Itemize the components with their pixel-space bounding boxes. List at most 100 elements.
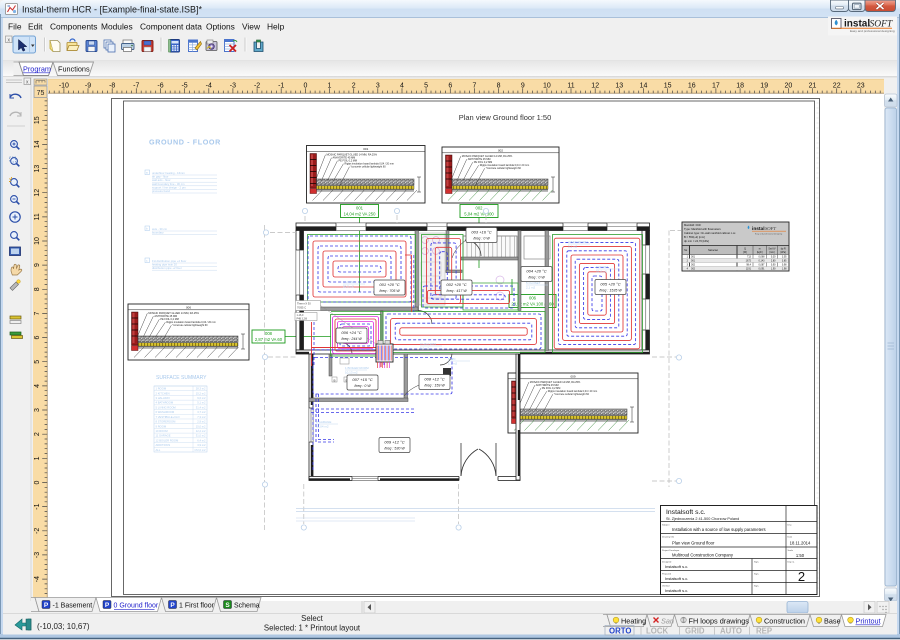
svg-text:31,4 m2: 31,4 m2: [196, 405, 206, 409]
svg-text:0,90: 0,90: [771, 264, 776, 267]
svg-text:2,87 m2 VA 60: 2,87 m2 VA 60: [255, 337, 283, 342]
svg-text:14,04 m2 VA 250: 14,04 m2 VA 250: [344, 212, 376, 217]
svg-text:15,2 m2: 15,2 m2: [196, 391, 206, 395]
svg-text:ϑreq : 244 W: ϑreq : 244 W: [341, 337, 362, 341]
svg-text:S: S: [225, 602, 230, 609]
svg-text:70/55 C: 70/55 C: [297, 306, 306, 310]
svg-text:5,1 m2: 5,1 m2: [197, 401, 206, 405]
svg-text:005 +20 °C: 005 +20 °C: [600, 282, 620, 287]
svg-text:Instalsoft s.c.: Instalsoft s.c.: [666, 509, 706, 516]
svg-text:-6: -6: [157, 83, 163, 90]
svg-text:20: 20: [785, 83, 793, 90]
svg-text:9: 9: [34, 263, 41, 267]
svg-text:-8: -8: [109, 83, 115, 90]
svg-text:003 +16 °C: 003 +16 °C: [471, 230, 491, 235]
svg-text:1:50: 1:50: [796, 553, 805, 558]
svg-text:Sign.: Sign.: [754, 573, 759, 575]
svg-text:St. Zjednoczenia 2 41-500 Chor: St. Zjednoczenia 2 41-500 Chorzow Poland: [666, 517, 739, 521]
svg-text:6 WASHROOM: 6 WASHROOM: [156, 410, 175, 414]
svg-text:1,98: 1,98: [782, 268, 787, 271]
svg-text:-3: -3: [34, 552, 41, 558]
svg-text:3: 3: [376, 83, 380, 90]
svg-text:dp R: dp R: [781, 248, 786, 250]
svg-text:15: 15: [664, 83, 672, 90]
svg-text:Component data: Component data: [140, 22, 202, 32]
svg-text:Instalsoft s.c.: Instalsoft s.c.: [665, 588, 688, 593]
svg-text:Therm-X 30: Therm-X 30: [297, 302, 311, 306]
svg-text:[W]: [W]: [743, 252, 747, 254]
svg-text:5 LIVING ROOM: 5 LIVING ROOM: [156, 405, 177, 409]
svg-text:3 HALLWAY: 3 HALLWAY: [420, 342, 436, 346]
svg-text:28,3 m2: 28,3 m2: [343, 285, 354, 289]
svg-text:FH loops drawings: FH loops drawings: [689, 616, 750, 625]
svg-text:19: 19: [760, 83, 768, 90]
svg-text:P4B 3,2/8: P4B 3,2/8: [297, 318, 308, 321]
svg-text:-1: -1: [278, 83, 284, 90]
svg-text:3: 3: [34, 408, 41, 412]
svg-text:9,6 m2: 9,6 m2: [420, 347, 430, 351]
svg-text:Sign.: Sign.: [754, 585, 759, 587]
svg-text:0,068: 0,068: [759, 256, 766, 259]
svg-text:Base: Base: [824, 616, 841, 625]
svg-text:0: 0: [34, 480, 41, 484]
svg-text:ADDITIONS: ADDITIONS: [156, 443, 171, 447]
svg-text:Modules: Modules: [101, 22, 133, 32]
svg-text:15,0 m2: 15,0 m2: [196, 424, 206, 428]
svg-text:AUTO: AUTO: [720, 627, 742, 636]
svg-text:Manifold: DCF: Manifold: DCF: [684, 223, 702, 227]
svg-text:001: 001: [356, 206, 364, 211]
svg-text:98,4: 98,4: [746, 264, 751, 267]
svg-text:Plan view Ground floor: Plan view Ground floor: [672, 540, 715, 545]
svg-text:SURFACE SUMMARY: SURFACE SUMMARY: [156, 375, 207, 381]
svg-text:ϑreq : 0 W: ϑreq : 0 W: [528, 276, 545, 280]
svg-text:10,13 m2: 10,13 m2: [345, 371, 358, 375]
svg-text:004 +20 °C: 004 +20 °C: [526, 269, 546, 274]
svg-text:1191: 1191: [746, 268, 752, 271]
svg-text:7: 7: [472, 83, 476, 90]
svg-text:0,091: 0,091: [759, 268, 766, 271]
svg-text:Subject: Subject: [662, 523, 670, 526]
svg-text:31,4 m2: 31,4 m2: [596, 270, 607, 274]
svg-text:Schema: Schema: [234, 603, 260, 610]
svg-text:3,85: 3,85: [782, 260, 787, 263]
svg-text:002: 002: [498, 148, 503, 152]
svg-text:14: 14: [34, 140, 41, 148]
svg-text:7,3 m2: 7,3 m2: [197, 415, 206, 419]
svg-text:Drawing title: Drawing title: [662, 535, 675, 538]
svg-text:-3: -3: [230, 83, 236, 90]
svg-text:6: 6: [448, 83, 452, 90]
svg-text:2 KITCHEN: 2 KITCHEN: [156, 391, 170, 395]
svg-text:-4: -4: [206, 83, 212, 90]
svg-text:Heating: Heating: [621, 616, 646, 625]
svg-text:001: 001: [691, 256, 696, 259]
svg-text:14: 14: [640, 83, 648, 90]
svg-text:006 +24 °C: 006 +24 °C: [341, 330, 361, 335]
svg-text:22: 22: [833, 83, 841, 90]
svg-text:002 +20 °C: 002 +20 °C: [446, 282, 466, 287]
svg-text:4: 4: [34, 384, 41, 388]
svg-text:008 +12 °C: 008 +12 °C: [424, 377, 444, 382]
svg-text:15: 15: [34, 116, 41, 124]
svg-text:Prepared: Prepared: [662, 572, 672, 575]
svg-text:*concrete cellular lightweight: *concrete cellular lightweight 60: [554, 393, 590, 396]
svg-text:009 +12 °C: 009 +12 °C: [384, 440, 404, 445]
svg-text:ϑreq : 417 W: ϑreq : 417 W: [446, 289, 467, 293]
svg-text:Cabinet type: On-wall manifold: Cabinet type: On-wall manifold cabinet n…: [684, 231, 737, 235]
svg-text:006: 006: [186, 305, 191, 309]
svg-text:boundary: boundary: [152, 231, 164, 235]
svg-text:0,087: 0,087: [759, 264, 766, 267]
svg-text:Set KV: Set KV: [768, 247, 776, 250]
svg-text:3,7 m2: 3,7 m2: [197, 410, 206, 414]
svg-text:2,1 m2: 2,1 m2: [526, 286, 536, 290]
svg-text:6,4 m2: 6,4 m2: [197, 438, 206, 442]
svg-text:13: 13: [34, 165, 41, 173]
svg-text:006: 006: [529, 296, 537, 301]
svg-text:Easy and professional designin: Easy and professional designing: [755, 232, 782, 235]
svg-text:-5: -5: [181, 83, 187, 90]
svg-text:4 BATHROOM: 4 BATHROOM: [568, 240, 588, 244]
svg-text:0,30: 0,30: [771, 256, 776, 259]
svg-text:Multiroud Construction Company: Multiroud Construction Company: [672, 552, 734, 557]
svg-text:0,98: 0,98: [782, 264, 787, 267]
svg-text:1: 1: [34, 456, 41, 460]
svg-text:0 Ground floor: 0 Ground floor: [114, 603, 159, 610]
